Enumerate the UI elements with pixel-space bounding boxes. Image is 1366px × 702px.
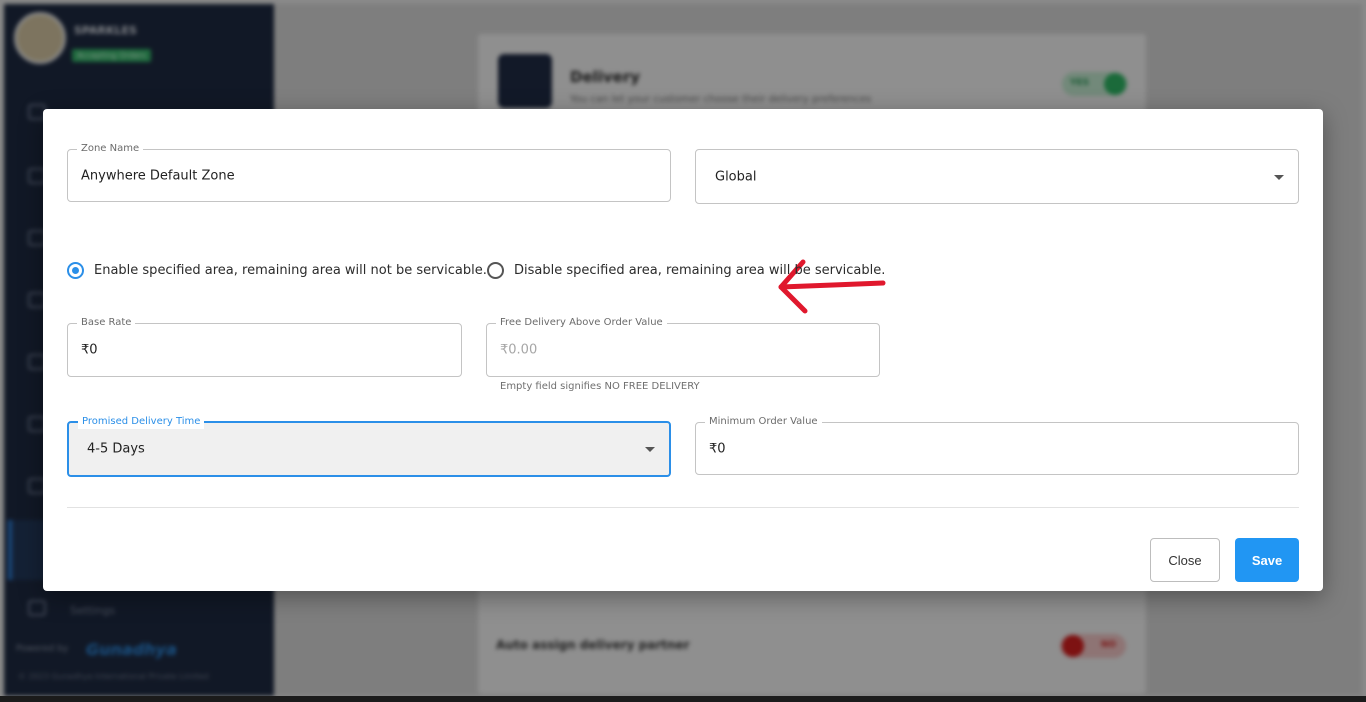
zone-type-value: Global [715, 169, 757, 184]
free-delivery-label: Free Delivery Above Order Value [496, 316, 667, 330]
radio-enable-area-label: Enable specified area, remaining area wi… [94, 263, 487, 278]
zone-edit-modal: Zone Name Anywhere Default Zone Global E… [43, 109, 1323, 591]
minimum-order-label: Minimum Order Value [705, 415, 822, 429]
zone-name-value: Anywhere Default Zone [81, 168, 235, 183]
promised-delivery-time-value: 4-5 Days [87, 441, 145, 457]
zone-name-field[interactable]: Zone Name Anywhere Default Zone [67, 142, 671, 202]
close-button[interactable]: Close [1150, 538, 1220, 582]
zone-type-select[interactable]: Global [695, 149, 1299, 204]
base-rate-value: ₹0 [81, 342, 98, 358]
minimum-order-value: ₹0 [709, 441, 726, 456]
free-delivery-field[interactable]: Free Delivery Above Order Value ₹0.00 [486, 316, 880, 377]
dropdown-caret-icon [645, 447, 655, 452]
radio-disable-area-label: Disable specified area, remaining area w… [514, 263, 886, 278]
base-rate-label: Base Rate [77, 316, 136, 330]
base-rate-field[interactable]: Base Rate ₹0 [67, 316, 462, 377]
radio-disable-area-circle[interactable] [487, 262, 504, 279]
minimum-order-field[interactable]: Minimum Order Value ₹0 [695, 415, 1299, 475]
zone-name-label: Zone Name [77, 142, 144, 156]
modal-divider [67, 507, 1299, 508]
free-delivery-helper: Empty field signifies NO FREE DELIVERY [500, 381, 700, 392]
free-delivery-placeholder: ₹0.00 [500, 342, 538, 358]
taskbar [0, 696, 1366, 702]
save-button[interactable]: Save [1235, 538, 1299, 582]
promised-delivery-time-label: Promised Delivery Time [78, 415, 205, 429]
radio-enable-area[interactable]: Enable specified area, remaining area wi… [67, 262, 487, 279]
dropdown-caret-icon [1274, 174, 1284, 180]
radio-disable-area[interactable]: Disable specified area, remaining area w… [487, 262, 885, 279]
radio-enable-area-circle[interactable] [67, 262, 84, 279]
promised-delivery-time-select[interactable]: Promised Delivery Time 4-5 Days [67, 415, 671, 477]
